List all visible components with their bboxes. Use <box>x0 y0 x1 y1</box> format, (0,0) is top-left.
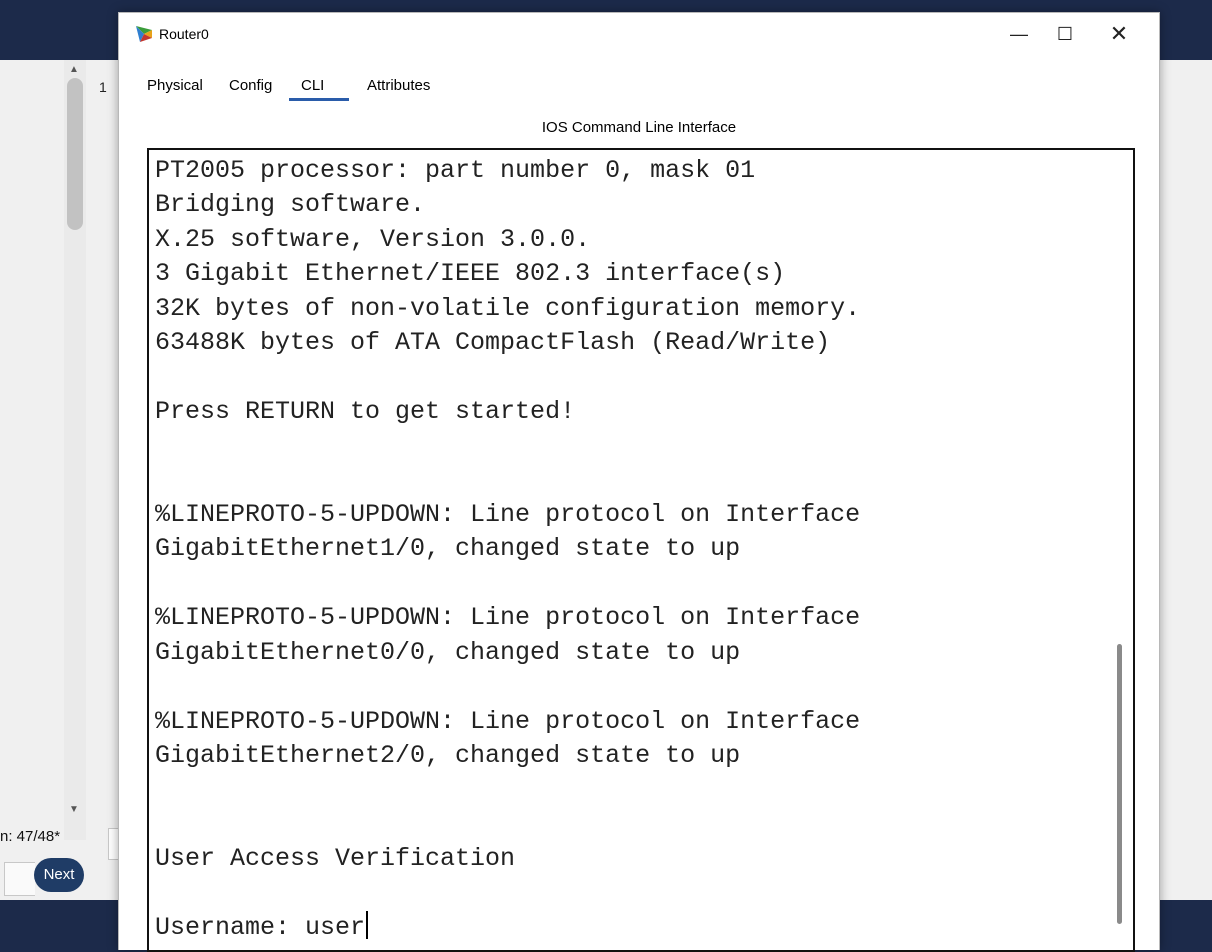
background-step-counter: n: 47/48* <box>0 828 61 845</box>
cli-section-title: IOS Command Line Interface <box>541 119 737 136</box>
terminal-line: %LINEPROTO-5-UPDOWN: Line protocol on In… <box>155 500 861 530</box>
terminal-line: User Access Verification <box>155 844 516 874</box>
terminal-output: PT2005 processor: part number 0, mask 01… <box>155 154 860 945</box>
tab-cli[interactable]: CLI <box>301 77 324 94</box>
minimize-button[interactable]: — <box>993 17 1045 51</box>
terminal-line: 3 Gigabit Ethernet/IEEE 802.3 interface(… <box>155 259 786 289</box>
router-icon <box>136 26 152 42</box>
terminal-line: X.25 software, Version 3.0.0. <box>155 224 591 254</box>
terminal-line: GigabitEthernet2/0, changed state to up <box>155 740 741 770</box>
text-cursor <box>366 910 369 939</box>
tab-physical[interactable]: Physical <box>147 77 203 94</box>
scroll-down-arrow-icon[interactable]: ▼ <box>69 804 79 815</box>
background-previous-button[interactable] <box>4 862 35 896</box>
window-title: Router0 <box>159 26 209 42</box>
username-prompt: Username: <box>155 912 306 942</box>
terminal-line: 32K bytes of non-volatile configuration … <box>155 293 861 323</box>
terminal-line: %LINEPROTO-5-UPDOWN: Line protocol on In… <box>155 603 861 633</box>
tab-attributes[interactable]: Attributes <box>367 77 430 94</box>
terminal-line: Bridging software. <box>155 190 426 220</box>
terminal-line: %LINEPROTO-5-UPDOWN: Line protocol on In… <box>155 706 861 736</box>
scroll-up-arrow-icon[interactable]: ▲ <box>69 64 79 75</box>
background-step-number: 1 <box>99 79 107 95</box>
window-titlebar[interactable]: Router0 — ☐ ✕ <box>119 13 1159 55</box>
terminal-line: 63488K bytes of ATA CompactFlash (Read/W… <box>155 328 831 358</box>
terminal-line: GigabitEthernet1/0, changed state to up <box>155 534 741 564</box>
terminal-line: GigabitEthernet0/0, changed state to up <box>155 637 741 667</box>
router-window: Router0 — ☐ ✕ Physical Config CLI Attrib… <box>118 12 1160 952</box>
close-button[interactable]: ✕ <box>1093 17 1145 51</box>
maximize-button[interactable]: ☐ <box>1039 17 1091 51</box>
username-input[interactable]: user <box>305 913 365 942</box>
terminal-line: PT2005 processor: part number 0, mask 01 <box>155 156 756 185</box>
selected-tab-indicator <box>289 98 349 101</box>
terminal-scrollbar-thumb[interactable] <box>1117 644 1122 924</box>
next-button[interactable]: Next <box>34 858 84 892</box>
background-scrollbar-thumb[interactable] <box>67 78 83 230</box>
cli-terminal[interactable]: PT2005 processor: part number 0, mask 01… <box>147 148 1135 952</box>
tab-config[interactable]: Config <box>229 77 272 94</box>
terminal-line: Press RETURN to get started! <box>155 396 576 426</box>
